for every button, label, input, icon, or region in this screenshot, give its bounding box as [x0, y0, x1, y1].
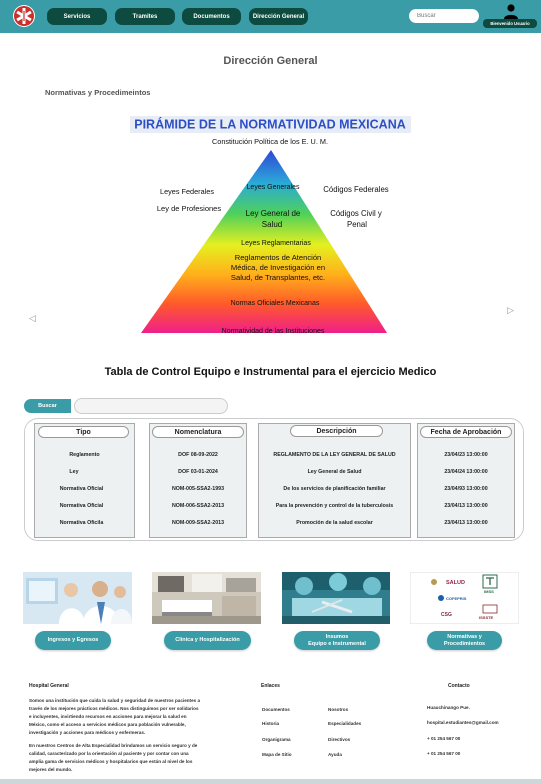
normativas-procedimientos-button[interactable]: Normativas y Procedimientos [427, 631, 502, 650]
logo-cofepris-text: COFEPRIS [446, 596, 467, 601]
footer-p2-line: mejores del mundo. [29, 767, 73, 772]
nav-direccion-general-button[interactable]: Dirección General [249, 8, 308, 25]
equipo-instrumental-label: Equipo e Instrumental [308, 640, 366, 647]
table-cell: 23/04/13 13:00:00 [444, 503, 488, 509]
table-cell: 23/04/93 13:00:00 [444, 486, 488, 492]
pyramid-title: PIRÁMIDE DE LA NORMATIVIDAD MEXICANA [134, 117, 406, 132]
pyramid-level-2a: Ley General de [246, 209, 301, 218]
pyramid-level-1: Leyes Generales [247, 184, 300, 191]
pyramid-level-4b: Médica, de Investigación en [231, 263, 325, 272]
carousel-next-icon[interactable]: ▷ [507, 305, 514, 316]
footer-enlaces-title: Enlaces [261, 683, 280, 689]
nav-documentos-button[interactable]: Documentos [182, 8, 241, 25]
table-search-input[interactable] [74, 398, 228, 414]
table-title: Tabla de Control Equipo e Instrumental p… [104, 366, 437, 378]
footer-contact-phone[interactable]: + 01 254 567 00 [427, 751, 460, 756]
top-search-input[interactable] [409, 9, 479, 23]
page: Servicios Tramites Documentos Dirección … [0, 0, 541, 784]
pyramid-level-4a: Reglamentos de Atención [235, 253, 322, 262]
footer-p1-line: e incluyentes, invirtiendo recursos en a… [29, 714, 187, 719]
page-title: Dirección General [223, 55, 318, 67]
nav-servicios-button[interactable]: Servicios [47, 8, 107, 25]
insumos-equipo-button[interactable]: Insumos Equipo e Instrumental [294, 631, 380, 650]
table-cell: 23/04/24 13:00:00 [444, 469, 488, 475]
footer-link-nosotros[interactable]: Nosotros [328, 707, 348, 712]
footer-hospital-title: Hospital General [29, 683, 69, 689]
pyramid-right-label-1: Códigos Federales [323, 185, 389, 194]
footer-link-directivos[interactable]: Directivos [328, 737, 350, 742]
table-search-button[interactable]: Buscar [24, 399, 71, 413]
section-title: Normativas y Procedimeintos [45, 88, 151, 97]
footer-link-ayuda[interactable]: Ayuda [328, 752, 342, 757]
table-cell: Ley [69, 469, 79, 475]
logo-salud-text: SALUD [446, 580, 465, 586]
ingresos-egresos-button[interactable]: Ingresos y Egresos [35, 631, 111, 650]
footer-contact-phone[interactable]: + 01 254 567 00 [427, 736, 460, 741]
footer-contacto-title: Contacto [448, 683, 470, 689]
footer-link-especialidades[interactable]: Especialidades [328, 721, 361, 726]
institution-logos-image[interactable]: SALUD IMSS COFEPRIS CSG ISSSTE [410, 572, 519, 624]
table-cell: REGLAMENTO DE LA LEY GENERAL DE SALUD [273, 452, 396, 458]
footer-link-historia[interactable]: Historia [262, 721, 279, 726]
doctors-photo[interactable] [23, 572, 132, 624]
pyramid-left-label-1: Leyes Federales [160, 187, 214, 196]
table-cell: 23/04/23 13:00:00 [444, 452, 488, 458]
footer-p1-line: través de los mejores prácticos médicos.… [29, 706, 199, 711]
procedimientos-label: Procedimientos [443, 640, 486, 647]
header-descripcion[interactable]: Descripción [290, 425, 383, 437]
pyramid-level-5: Normas Oficiales Mexicanas [231, 300, 320, 307]
table-cell: Para la prevención y control de la tuber… [275, 503, 394, 509]
footer-link-mapa-sitio[interactable]: Mapa de Sitio [262, 752, 292, 757]
header-nomenclatura[interactable]: Nomenclatura [152, 426, 244, 438]
table-cell: 23/04/13 13:00:00 [444, 520, 488, 526]
footer-link-organigrama[interactable]: Organigrama [262, 737, 291, 742]
pyramid-right-label-2b: Penal [347, 220, 367, 229]
table-cell: Normativa Oficial [59, 503, 104, 509]
pyramid-right-label-2a: Códigos Civil y [330, 209, 382, 218]
logo-imss-text: IMSS [484, 589, 494, 594]
footer-p2-line: amplia gama de servicios médicos y hospi… [29, 759, 193, 764]
header-tipo[interactable]: Tipo [38, 426, 129, 438]
pyramid-level-3: Leyes Reglamentarias [241, 240, 311, 247]
table-cell: Normativa Oficila [59, 520, 104, 526]
table-cell: DOF 03-01-2024 [178, 469, 218, 475]
logo-csg-text: CSG [441, 612, 452, 618]
table-cell: Normativa Oficial [59, 486, 104, 492]
footer-p1-line: investigación y acciones para médicos y … [29, 730, 146, 735]
table-cell: Reglamento [69, 452, 100, 458]
pyramid-level-6: Normatividad de las Instituciones [222, 328, 325, 335]
carousel-prev-icon[interactable]: ◁ [29, 313, 36, 324]
table-cell: NOM-006-SSA2-2013 [171, 503, 225, 509]
pyramid-level-4c: Salud, de Transplantes, etc. [231, 273, 325, 282]
table-cell: De los servicios de planificación famili… [283, 486, 386, 492]
surgery-photo[interactable] [282, 572, 390, 624]
footer-p1-line: México, como el acceso a servicios médic… [29, 722, 186, 727]
pyramid-level-2b: Salud [262, 220, 282, 229]
pyramid-left-label-2: Ley de Profesiones [157, 204, 221, 213]
bottom-strip [0, 779, 541, 784]
hospital-logo-icon[interactable] [12, 4, 36, 28]
header-fecha[interactable]: Fecha de Aprobación [420, 426, 512, 438]
nav-tramites-button[interactable]: Tramites [115, 8, 175, 25]
hospital-room-photo[interactable] [152, 572, 261, 624]
user-avatar-icon[interactable] [503, 3, 519, 19]
footer-contact-email[interactable]: hospital.estudiantes@gmail.com [427, 720, 499, 725]
clinica-hospitalizacion-button[interactable]: Clinica y Hospitalización [164, 631, 251, 650]
normativity-pyramid-diagram: PIRÁMIDE DE LA NORMATIVIDAD MEXICANA Con… [130, 116, 411, 335]
table-cell: NOM-009-SSA2-2013 [171, 520, 225, 526]
footer-contact-location: Huauchinango Pue. [427, 705, 470, 710]
logo-issste-text: ISSSTE [479, 615, 494, 620]
table-cell: Promoción de la salud escolar [296, 520, 373, 526]
table-cell: NOM-005-SSA2-1993 [171, 486, 225, 492]
pyramid-constitution-label: Constitución Política de los E. U. M. [212, 137, 328, 146]
footer-p2-line: calidad, caracterizado por la orientació… [29, 751, 189, 756]
user-welcome-button[interactable]: Bienvenido Usuario [483, 19, 537, 28]
footer-p1-line: Somos una institución que cuida la salud… [29, 698, 201, 703]
table-cell: DOF 08-09-2022 [178, 452, 218, 458]
footer-link-documentos[interactable]: Documentos [262, 707, 290, 712]
table-cell: Ley General de Salud [307, 469, 362, 475]
footer-p2-line: En nuestros Centros de Alta Especialidad… [29, 743, 198, 748]
